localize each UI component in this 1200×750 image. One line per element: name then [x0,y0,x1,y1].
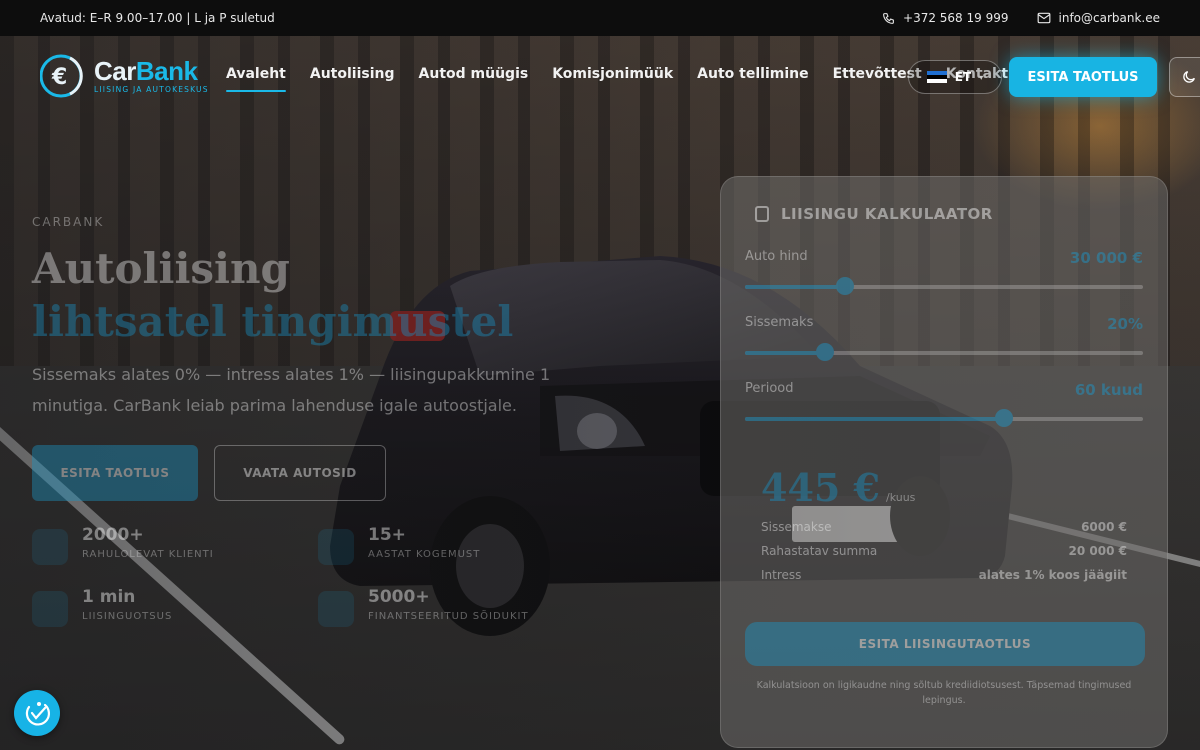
stat-value: 5000+ [368,587,430,607]
language-selector[interactable]: ET ▾ [908,60,1002,94]
nav-item-auto-tellimine[interactable]: Auto tellimine [697,66,808,88]
logo-wordmark: CarBank [94,56,198,86]
slider-handle[interactable] [815,343,834,361]
summary-value: alates 1% koos jäägiit [978,568,1127,582]
language-code: ET [954,70,972,84]
calc-label: Sissemaks [745,315,814,330]
accessibility-button[interactable] [14,690,60,736]
downpayment-slider[interactable] [745,343,1143,361]
calc-label: Periood [745,381,794,396]
stat-item: 15+ AASTAT KOGEMUST [318,525,578,565]
stat-value: 2000+ [82,525,144,545]
stat-value: 1 min [82,587,136,607]
calc-result: 445 € /kuus Sissemakse 6000 € Rahastatav s… [745,465,1143,582]
price-slider[interactable] [745,277,1143,295]
monthly-unit: /kuus [886,491,916,504]
hero-title-line1: Autoliising [32,244,290,293]
hero-content: CARBANK Autoliising lihtsatel tingimuste… [32,215,592,627]
calc-row-period: Periood 60 kuud [745,381,1143,399]
leasing-calculator: LIISINGU KALKULAATOR Auto hind 30 000 € … [720,176,1168,748]
stat-value: 15+ [368,525,406,545]
view-cars-button[interactable]: VAATA AUTOSID [214,445,386,501]
clock-icon [32,591,68,627]
hero-eyebrow: CARBANK [32,215,105,229]
summary-label: Sissemakse [761,520,832,534]
chevron-down-icon: ▾ [979,72,984,82]
estonia-flag-icon [926,70,947,84]
clients-icon [32,529,68,565]
stat-label: RAHULOLEVAT KLIENTI [82,549,214,560]
monthly-payment: 445 € /kuus [761,465,1127,510]
summary-value: 20 000 € [1068,544,1127,558]
stat-label: FINANTSEERITUD SÕIDUKIT [368,611,529,622]
calc-value: 30 000 € [1069,249,1143,267]
svg-text:€: € [51,65,67,90]
calculator-title: LIISINGU KALKULAATOR [755,205,1143,223]
summary-value: 6000 € [1081,520,1127,534]
stat-item: 2000+ RAHULOLEVAT KLIENTI [32,525,318,565]
email-address: info@carbank.ee [1058,11,1161,25]
period-slider[interactable] [745,409,1143,427]
carbank-logo[interactable]: € CarBank LIISING JA AUTOKESKUS [40,52,209,100]
apply-button[interactable]: ESITA TAOTLUS [1009,57,1157,97]
mail-icon [1037,12,1051,24]
calc-row-downpayment: Sissemaks 20% [745,315,1143,333]
top-bar: Avatud: E–R 9.00–17.00 | L ja P suletud … [0,0,1200,36]
theme-toggle-button[interactable] [1169,57,1200,97]
slider-handle[interactable] [994,409,1013,427]
email-link[interactable]: info@carbank.ee [1037,11,1161,25]
nav-item-autod-muugis[interactable]: Autod müügis [419,66,529,88]
hero-apply-button[interactable]: ESITA TAOTLUS [32,445,198,501]
calculator-icon [755,206,769,222]
accessibility-icon [25,702,50,726]
hero-title-line2: lihtsatel tingimustel [32,297,514,346]
summary-row: Sissemakse 6000 € [761,520,1127,534]
main-navigation: € CarBank LIISING JA AUTOKESKUS Avaleht … [0,36,1200,116]
experience-icon [318,529,354,565]
stat-label: AASTAT KOGEMUST [368,549,481,560]
nav-item-autoliising[interactable]: Autoliising [310,66,395,88]
euro-coin-icon: € [40,54,83,98]
calc-label: Auto hind [745,249,808,264]
phone-number: +372 568 19 999 [903,11,1009,25]
phone-icon [882,12,895,25]
monthly-amount: 445 € [761,465,880,510]
summary-label: Rahastatav summa [761,544,878,558]
calc-value: 60 kuud [1074,381,1143,399]
moon-icon [1183,71,1195,83]
calculator-title-text: LIISINGU KALKULAATOR [781,205,993,223]
calc-value: 20% [1107,315,1143,333]
nav-item-avaleht[interactable]: Avaleht [226,66,286,92]
stat-item: 1 min LIISINGUOTSUS [32,587,318,627]
submit-leasing-button[interactable]: ESITA LIISINGUTAOTLUS [745,622,1145,666]
stats-grid: 2000+ RAHULOLEVAT KLIENTI 15+ AASTAT KOGEM… [32,525,592,627]
summary-row: Intress alates 1% koos jäägiit [761,568,1127,582]
summary-row: Rahastatav summa 20 000 € [761,544,1127,558]
stat-item: 5000+ FINANTSEERITUD SÕIDUKIT [318,587,578,627]
calculator-disclaimer: Kalkulatsioon on ligikaudne ning sõltub … [756,680,1132,706]
slider-handle[interactable] [835,277,854,295]
hero-lead: Sissemaks alates 0% — intress alates 1% … [32,365,551,415]
calc-row-price: Auto hind 30 000 € [745,249,1143,267]
logo-tagline: LIISING JA AUTOKESKUS [94,85,209,94]
summary-label: Intress [761,568,802,582]
stat-label: LIISINGUOTSUS [82,611,173,622]
opening-hours: Avatud: E–R 9.00–17.00 | L ja P suletud [40,11,275,25]
nav-item-komisjonimuuk[interactable]: Komisjonimüük [552,66,673,88]
phone-link[interactable]: +372 568 19 999 [882,11,1009,25]
car-icon [318,591,354,627]
